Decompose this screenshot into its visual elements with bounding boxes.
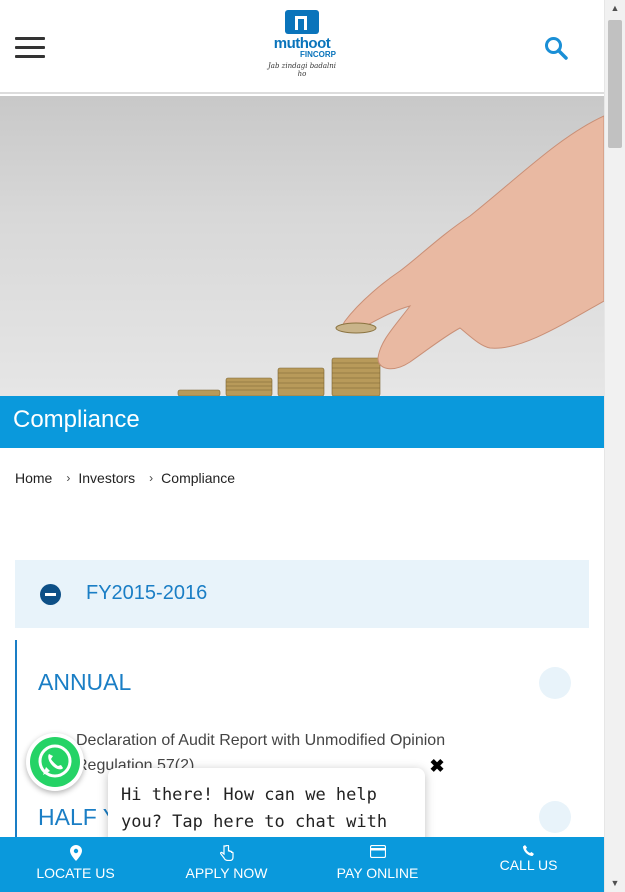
nav-label: PAY ONLINE bbox=[336, 865, 419, 881]
whatsapp-icon bbox=[30, 737, 80, 787]
hand-pointer-icon bbox=[151, 844, 302, 863]
credit-card-icon bbox=[302, 844, 453, 863]
nav-label: LOCATE US bbox=[36, 865, 115, 881]
vertical-scrollbar[interactable]: ▲ ▼ bbox=[604, 0, 625, 892]
scroll-down-arrow-icon[interactable]: ▼ bbox=[605, 875, 625, 892]
breadcrumb-home[interactable]: Home bbox=[15, 470, 52, 486]
chevron-right-icon: › bbox=[149, 471, 154, 485]
nav-locate-us[interactable]: LOCATE US bbox=[0, 837, 151, 892]
accordion-year-header[interactable]: FY2015-2016 bbox=[15, 560, 589, 628]
hand-shape bbox=[335, 115, 604, 370]
section-toggle-icon[interactable] bbox=[539, 801, 571, 833]
logo-word: muthoot bbox=[273, 35, 331, 52]
site-header: muthoot FINCORP Jab zindagi badalni ho bbox=[0, 0, 604, 94]
logo-tagline: Jab zindagi badalni ho bbox=[267, 62, 336, 78]
search-icon[interactable] bbox=[544, 36, 568, 60]
scrollbar-thumb[interactable] bbox=[608, 20, 622, 148]
accordion-year-title: FY2015-2016 bbox=[86, 582, 208, 604]
chat-prompt-bubble[interactable]: Hi there! How can we help you? Tap here … bbox=[108, 768, 425, 859]
nav-apply-now[interactable]: APPLY NOW bbox=[151, 837, 302, 892]
hero-image bbox=[0, 96, 604, 396]
whatsapp-button[interactable] bbox=[26, 733, 84, 791]
breadcrumb: Home › Investors › Compliance bbox=[15, 470, 235, 486]
section-toggle-icon[interactable] bbox=[539, 667, 571, 699]
breadcrumb-compliance: Compliance bbox=[161, 470, 236, 486]
page: muthoot FINCORP Jab zindagi badalni ho C… bbox=[0, 0, 604, 892]
page-title-band: Compliance bbox=[0, 396, 604, 448]
hamburger-menu-icon[interactable] bbox=[15, 37, 45, 59]
scroll-up-arrow-icon[interactable]: ▲ bbox=[605, 0, 625, 17]
nav-call-us[interactable]: CALL US bbox=[453, 837, 604, 892]
nav-label: APPLY NOW bbox=[185, 865, 268, 881]
brand-logo[interactable]: muthoot FINCORP Jab zindagi badalni ho bbox=[266, 10, 338, 78]
logo-mark-icon bbox=[285, 10, 319, 34]
page-title: Compliance bbox=[13, 406, 140, 433]
section-half-yearly-title[interactable]: HALF Y bbox=[38, 804, 118, 831]
map-pin-icon bbox=[0, 845, 151, 863]
close-icon[interactable]: ✖ bbox=[428, 756, 446, 776]
coin-stacks bbox=[177, 357, 381, 396]
section-annual-title[interactable]: ANNUAL bbox=[38, 669, 131, 696]
bottom-nav: LOCATE US APPLY NOW PAY ONLINE CALL US bbox=[0, 837, 604, 892]
breadcrumb-investors[interactable]: Investors bbox=[78, 470, 135, 486]
collapse-minus-icon[interactable] bbox=[40, 584, 61, 605]
phone-icon bbox=[453, 843, 604, 856]
logo-sub: FINCORP bbox=[300, 50, 336, 59]
nav-pay-online[interactable]: PAY ONLINE bbox=[302, 837, 453, 892]
nav-label: CALL US bbox=[499, 857, 558, 873]
chevron-right-icon: › bbox=[66, 471, 71, 485]
